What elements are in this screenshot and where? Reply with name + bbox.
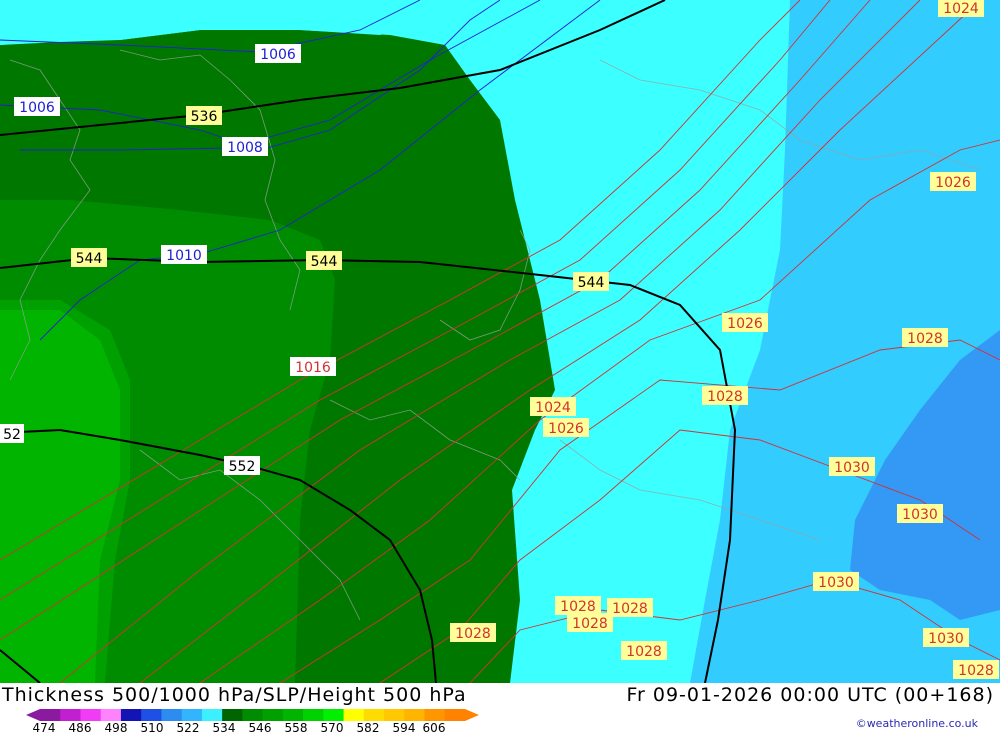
- slp-label: 1024: [530, 397, 576, 416]
- svg-text:1008: 1008: [227, 140, 263, 156]
- slp-label: 1028: [450, 623, 496, 642]
- legend-swatch: [141, 709, 162, 721]
- slp-label: 1028: [902, 328, 948, 347]
- svg-text:1026: 1026: [727, 316, 763, 332]
- legend-swatch: [262, 709, 284, 721]
- svg-text:52: 52: [3, 427, 21, 443]
- svg-text:1010: 1010: [166, 248, 202, 264]
- legend-tick-label: 546: [249, 721, 272, 733]
- svg-text:1030: 1030: [818, 575, 854, 591]
- legend-tick-label: 582: [357, 721, 380, 733]
- legend-swatch: [282, 709, 304, 721]
- svg-text:1028: 1028: [612, 601, 648, 617]
- slp-label: 1026: [930, 172, 976, 191]
- svg-text:536: 536: [191, 109, 218, 125]
- legend-swatch: [161, 709, 183, 721]
- slp-label: 1024: [938, 0, 984, 17]
- slp-label: 1028: [567, 613, 613, 632]
- legend-swatch: [384, 709, 405, 721]
- height-label: 52: [0, 424, 24, 443]
- legend-swatch: [424, 709, 446, 721]
- weather-map: 536 544 544 544 552 52 1006 1006 1008 10…: [0, 0, 1000, 683]
- legend-swatch: [100, 709, 122, 721]
- svg-text:1028: 1028: [907, 331, 943, 347]
- valid-time: Fr 09-01-2026 00:00 UTC (00+168): [626, 684, 994, 706]
- height-label: 544: [71, 248, 107, 267]
- legend-tick-label: 486: [69, 721, 92, 733]
- legend-swatch: [201, 709, 223, 721]
- svg-text:544: 544: [311, 254, 338, 270]
- legend-tick-label: 558: [285, 721, 308, 733]
- svg-text:1006: 1006: [260, 47, 296, 63]
- slp-label: 1006: [255, 44, 301, 63]
- slp-label: 1028: [555, 596, 601, 615]
- svg-text:1028: 1028: [626, 644, 662, 660]
- slp-label: 1028: [607, 598, 653, 617]
- slp-label: 1008: [222, 137, 268, 156]
- svg-text:544: 544: [578, 275, 605, 291]
- slp-label: 1006: [14, 97, 60, 116]
- legend-swatch: [40, 709, 61, 721]
- height-label: 544: [573, 272, 609, 291]
- svg-text:544: 544: [76, 251, 103, 267]
- legend-tick-label: 498: [105, 721, 128, 733]
- height-label: 544: [306, 251, 342, 270]
- svg-text:1028: 1028: [572, 616, 608, 632]
- svg-text:1028: 1028: [455, 626, 491, 642]
- legend-swatch: [181, 709, 203, 721]
- slp-label: 1030: [923, 628, 969, 647]
- slp-label: 1026: [722, 313, 768, 332]
- color-legend: 474 486 498 510 522 534 546 558 570 582 594 606: [26, 709, 479, 733]
- height-label: 536: [186, 106, 222, 125]
- legend-arrow-right: [465, 709, 479, 721]
- slp-label: 1026: [543, 418, 589, 437]
- slp-label: 1030: [897, 504, 943, 523]
- legend-tick-label: 570: [321, 721, 344, 733]
- svg-text:1006: 1006: [19, 100, 55, 116]
- svg-text:1024: 1024: [535, 400, 571, 416]
- legend-swatch: [303, 709, 324, 721]
- svg-text:1030: 1030: [902, 507, 938, 523]
- slp-label: 1028: [702, 386, 748, 405]
- svg-text:1028: 1028: [707, 389, 743, 405]
- legend-swatch: [80, 709, 102, 721]
- legend-swatch: [363, 709, 385, 721]
- legend-swatch: [323, 709, 345, 721]
- legend-swatch: [222, 709, 243, 721]
- svg-text:552: 552: [229, 459, 256, 475]
- svg-text:1028: 1028: [958, 663, 994, 679]
- legend-swatch: [444, 709, 466, 721]
- credit-link[interactable]: ©weatheronline.co.uk: [856, 717, 978, 730]
- height-label: 552: [224, 456, 260, 475]
- legend-tick-label: 594: [393, 721, 416, 733]
- svg-text:1030: 1030: [928, 631, 964, 647]
- footer: Thickness 500/1000 hPa/SLP/Height 500 hP…: [0, 683, 1000, 733]
- slp-label: 1028: [621, 641, 667, 660]
- svg-text:1026: 1026: [935, 175, 971, 191]
- legend-tick-label: 534: [213, 721, 236, 733]
- slp-label: 1016: [290, 357, 336, 376]
- svg-text:1024: 1024: [943, 1, 979, 17]
- svg-text:1028: 1028: [560, 599, 596, 615]
- svg-text:1026: 1026: [548, 421, 584, 437]
- slp-label: 1030: [813, 572, 859, 591]
- legend-swatch: [343, 709, 365, 721]
- legend-tick-label: 510: [141, 721, 164, 733]
- slp-label: 1028: [953, 660, 999, 679]
- legend-swatch: [60, 709, 81, 721]
- legend-swatch: [120, 709, 142, 721]
- slp-label: 1010: [161, 245, 207, 264]
- legend-tick-label: 606: [423, 721, 446, 733]
- legend-swatch: [404, 709, 426, 721]
- svg-text:1016: 1016: [295, 360, 331, 376]
- legend-arrow-left: [26, 709, 40, 721]
- legend-swatch: [242, 709, 264, 721]
- legend-tick-label: 522: [177, 721, 200, 733]
- legend-tick-label: 474: [33, 721, 56, 733]
- slp-label: 1030: [829, 457, 875, 476]
- svg-text:1030: 1030: [834, 460, 870, 476]
